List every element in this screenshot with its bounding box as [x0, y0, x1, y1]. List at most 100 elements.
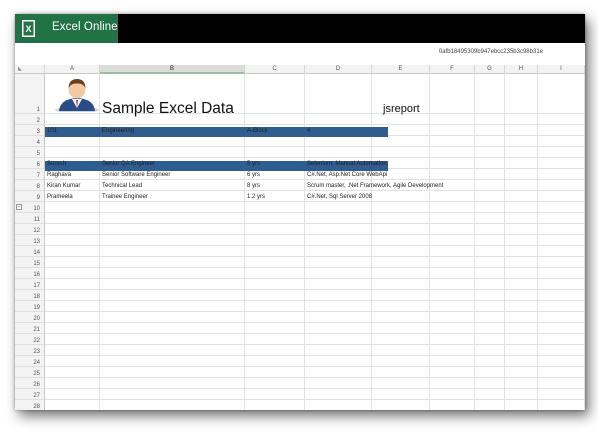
employee-cell[interactable]: Senior Software Engineer: [102, 171, 170, 179]
employee-cell[interactable]: Prameela: [47, 193, 73, 201]
row-number: 17: [33, 283, 40, 289]
row-header[interactable]: 14: [15, 246, 45, 257]
row-number: 6: [36, 162, 40, 168]
row-number: 16: [33, 272, 40, 278]
row-number: 3: [36, 129, 40, 135]
emp-header-cell[interactable]: Experience: [247, 149, 279, 157]
employee-cell[interactable]: 6 yrs: [247, 171, 260, 179]
column-gridline: [474, 74, 475, 410]
row-header[interactable]: 11: [15, 213, 45, 224]
row-header[interactable]: 2: [15, 114, 45, 125]
dept-header-cell[interactable]: Department Name: [102, 116, 153, 124]
app-title: Excel Online: [52, 21, 118, 33]
row-header[interactable]: 26: [15, 378, 45, 389]
employee-cell[interactable]: Senior QA Engineer: [102, 160, 155, 168]
row-header[interactable]: 28: [15, 400, 45, 410]
app-brand[interactable]: X Excel Online: [15, 14, 118, 43]
column-header-a[interactable]: A: [45, 65, 100, 74]
column-gridline: [504, 74, 505, 410]
svg-text:X: X: [25, 24, 31, 34]
employee-cell[interactable]: Suresh: [47, 160, 66, 168]
row-number: 18: [33, 294, 40, 300]
row-number: 8: [36, 184, 40, 190]
row-header[interactable]: 12: [15, 224, 45, 235]
column-header-g[interactable]: G: [475, 65, 505, 74]
row-number: 2: [36, 118, 40, 124]
row-header[interactable]: 21: [15, 323, 45, 334]
row-number: 28: [33, 404, 40, 410]
select-all-corner[interactable]: ◣: [15, 65, 45, 74]
column-header-f[interactable]: F: [430, 65, 475, 74]
row-header[interactable]: 23: [15, 345, 45, 356]
employee-cell[interactable]: Raghava: [47, 171, 71, 179]
row-header[interactable]: 18: [15, 290, 45, 301]
dept-header-band: [45, 127, 388, 137]
row-header[interactable]: 25: [15, 367, 45, 378]
column-header-h[interactable]: H: [505, 65, 538, 74]
row-header[interactable]: 19: [15, 301, 45, 312]
row-header[interactable]: 3: [15, 125, 45, 136]
document-id-bar: 0afb18495309b947ebcc235b3c98b31e: [15, 43, 585, 65]
dept-header-cell[interactable]: Building: [247, 116, 271, 124]
dept-header-cell[interactable]: Department No.: [47, 116, 92, 124]
employee-cell[interactable]: Trainee Engineer: [102, 193, 148, 201]
row-header[interactable]: 9: [15, 191, 45, 202]
dept-data-cell[interactable]: A-Block: [247, 127, 268, 135]
row-number: 14: [33, 250, 40, 256]
row-number: 12: [33, 228, 40, 234]
employee-cell[interactable]: C#.Net, Asp.Net Core WebApi: [307, 171, 387, 179]
row-number: 5: [36, 151, 40, 157]
employee-cell[interactable]: C#.Net, Sql Server 2008: [307, 193, 372, 201]
emp-header-cell[interactable]: Employee Name: [47, 149, 93, 157]
excel-window: X Excel Online 0afb18495309b947ebcc235b3…: [15, 14, 585, 410]
user-avatar-icon: [55, 79, 99, 112]
employee-cell[interactable]: Kiran Kumar: [47, 182, 80, 190]
row-header[interactable]: 24: [15, 356, 45, 367]
row-header[interactable]: 13: [15, 235, 45, 246]
column-gridline: [304, 74, 305, 410]
corner-triangle-icon: ◣: [18, 66, 22, 72]
emp-header-cell[interactable]: Remarks: [307, 149, 332, 157]
dept-data-cell[interactable]: 101: [47, 127, 57, 135]
document-id: 0afb18495309b947ebcc235b3c98b31e: [438, 49, 543, 55]
row-number: 19: [33, 305, 40, 311]
column-gridline: [584, 74, 585, 410]
outline-collapse-button[interactable]: −: [16, 204, 22, 210]
row-header[interactable]: 7: [15, 169, 45, 180]
row-number: 25: [33, 371, 40, 377]
row-header[interactable]: 1: [15, 74, 45, 114]
column-header-b[interactable]: B: [100, 65, 245, 74]
row-number: 24: [33, 360, 40, 366]
employee-cell[interactable]: Scrum master, .Net Framework, Agile Deve…: [307, 182, 443, 190]
emp-header-cell[interactable]: Designation: [102, 149, 136, 157]
row-header[interactable]: 15: [15, 257, 45, 268]
row-header[interactable]: 8: [15, 180, 45, 191]
row-header[interactable]: 4: [15, 136, 45, 147]
column-header-i[interactable]: I: [538, 65, 585, 74]
dept-data-cell[interactable]: Engineering: [102, 127, 134, 135]
row-header[interactable]: 20: [15, 312, 45, 323]
row-header[interactable]: 16: [15, 268, 45, 279]
row-header[interactable]: 22: [15, 334, 45, 345]
column-header-e[interactable]: E: [372, 65, 430, 74]
row-number: 23: [33, 349, 40, 355]
row-number: 13: [33, 239, 40, 245]
employee-cell[interactable]: Selenium, Manual Automation.: [307, 160, 388, 168]
column-header-c[interactable]: C: [245, 65, 305, 74]
row-header[interactable]: 5: [15, 147, 45, 158]
column-gridline: [244, 74, 245, 410]
row-number: 22: [33, 338, 40, 344]
dept-header-cell[interactable]: Employee Count: [307, 116, 354, 124]
row-number: 11: [33, 217, 40, 223]
row-header[interactable]: 17: [15, 279, 45, 290]
employee-cell[interactable]: Technical Lead: [102, 182, 142, 190]
row-header[interactable]: 27: [15, 389, 45, 400]
spreadsheet-grid[interactable]: ◣ ABCDEFGHI 1 2 3 4 5 6 7 8 9 10 11 12 13 14 15 16 17 18 1…: [15, 65, 585, 410]
dept-data-cell[interactable]: 4: [307, 127, 310, 135]
employee-cell[interactable]: 5 yrs: [247, 160, 260, 168]
row-header[interactable]: 6: [15, 158, 45, 169]
employee-cell[interactable]: 1.2 yrs: [247, 193, 265, 201]
employee-cell[interactable]: 8 yrs: [247, 182, 260, 190]
column-gridline: [429, 74, 430, 410]
column-header-d[interactable]: D: [305, 65, 372, 74]
